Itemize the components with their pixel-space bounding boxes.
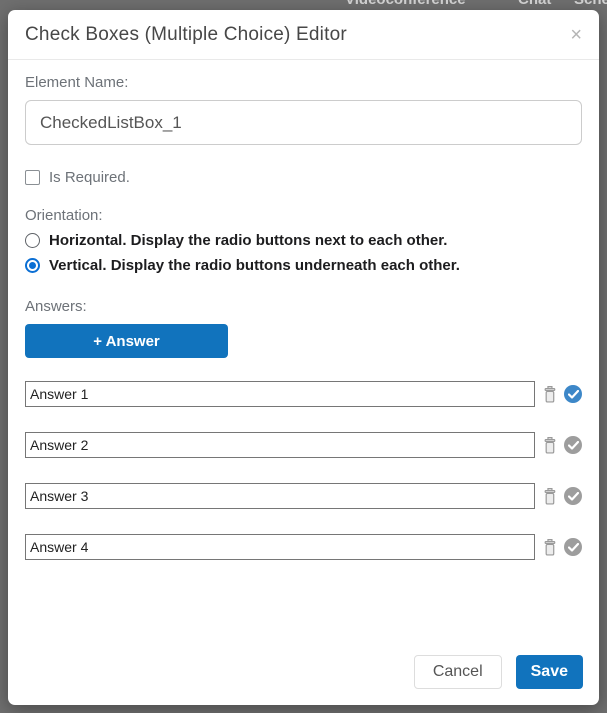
- dialog-body: Element Name: Is Required. Orientation: …: [8, 60, 599, 651]
- answer-unselected-check-icon[interactable]: [564, 538, 582, 556]
- orientation-label: Orientation:: [25, 207, 582, 224]
- answer-input-1[interactable]: [25, 381, 535, 407]
- cancel-button[interactable]: Cancel: [414, 655, 502, 689]
- checkboxes-editor-dialog: Check Boxes (Multiple Choice) Editor × E…: [8, 10, 599, 705]
- trash-icon[interactable]: [542, 436, 558, 455]
- trash-icon[interactable]: [542, 385, 558, 404]
- answer-selected-check-icon[interactable]: [564, 385, 582, 403]
- trash-icon[interactable]: [542, 487, 558, 506]
- background-navbar: Videoconference Chat Scheduling: [0, 0, 607, 10]
- is-required-label: Is Required.: [49, 169, 130, 186]
- answer-row: [25, 432, 582, 458]
- element-name-input[interactable]: [25, 100, 582, 145]
- answer-row: [25, 381, 582, 407]
- trash-icon[interactable]: [542, 538, 558, 557]
- radio-selected-icon[interactable]: [25, 258, 40, 273]
- answer-unselected-check-icon[interactable]: [564, 436, 582, 454]
- answer-input-3[interactable]: [25, 483, 535, 509]
- save-button[interactable]: Save: [516, 655, 583, 689]
- close-icon[interactable]: ×: [570, 25, 582, 45]
- orientation-vertical-label: Vertical. Display the radio buttons unde…: [49, 257, 460, 274]
- dialog-footer: Cancel Save: [8, 651, 599, 705]
- answer-unselected-check-icon[interactable]: [564, 487, 582, 505]
- answer-row: [25, 534, 582, 560]
- add-answer-button[interactable]: + Answer: [25, 324, 228, 358]
- is-required-row[interactable]: Is Required.: [25, 169, 582, 186]
- orientation-horizontal-label: Horizontal. Display the radio buttons ne…: [49, 232, 447, 249]
- answer-row: [25, 483, 582, 509]
- dialog-title: Check Boxes (Multiple Choice) Editor: [25, 24, 347, 46]
- orientation-option-horizontal[interactable]: Horizontal. Display the radio buttons ne…: [25, 232, 582, 249]
- element-name-label: Element Name:: [25, 74, 582, 91]
- is-required-checkbox[interactable]: [25, 170, 40, 185]
- dialog-header: Check Boxes (Multiple Choice) Editor ×: [8, 10, 599, 60]
- radio-unselected-icon[interactable]: [25, 233, 40, 248]
- nav-item-chat[interactable]: Chat: [518, 0, 551, 8]
- nav-item-videoconference[interactable]: Videoconference: [345, 0, 466, 8]
- answers-label: Answers:: [25, 298, 582, 315]
- answer-input-4[interactable]: [25, 534, 535, 560]
- nav-item-scheduling[interactable]: Scheduling: [574, 0, 607, 8]
- orientation-option-vertical[interactable]: Vertical. Display the radio buttons unde…: [25, 257, 582, 274]
- answer-input-2[interactable]: [25, 432, 535, 458]
